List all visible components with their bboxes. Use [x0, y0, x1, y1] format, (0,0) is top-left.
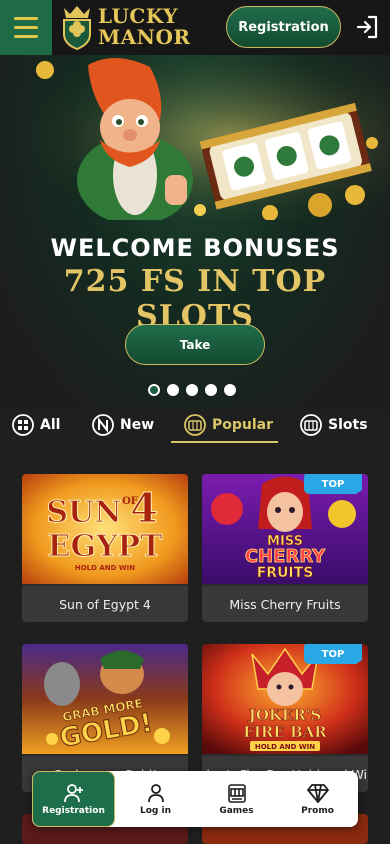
game-card-grab-more-gold[interactable]: GRAB MORE GOLD! Grab more Gold!	[22, 644, 188, 792]
carousel-dot-active[interactable]	[148, 384, 160, 396]
tab-label: Popular	[212, 417, 274, 433]
game-title: Sun of Egypt 4	[22, 586, 188, 622]
svg-text:JOKER'S: JOKER'S	[247, 706, 322, 724]
registration-button[interactable]: Registration	[226, 6, 341, 48]
tab-slots[interactable]: Slots	[300, 408, 368, 442]
nav-promo[interactable]: Promo	[277, 771, 358, 827]
banner-title: WELCOME BONUSES	[50, 234, 340, 262]
take-bonus-button[interactable]: Take	[125, 324, 265, 365]
login-icon[interactable]	[350, 10, 384, 44]
promo-banner[interactable]: WELCOME BONUSES 725 FS IN TOP SLOTS Take	[0, 55, 390, 410]
leprechaun-slot-illustration	[0, 55, 390, 220]
header: LUCKY MANOR Registration	[0, 0, 390, 55]
carousel-dot[interactable]	[167, 384, 179, 396]
svg-text:FIRE BAR: FIRE BAR	[243, 723, 327, 741]
svg-text:SUN: SUN	[46, 495, 121, 530]
slot-machine-icon	[184, 414, 206, 436]
grid-icon	[12, 414, 34, 436]
tab-all[interactable]: All	[12, 408, 60, 442]
logo-line1: LUCKY	[98, 4, 178, 28]
game-thumbnail: SUN OF 4 EGYPT HOLD AND WIN	[22, 474, 188, 584]
bottom-navigation: Registration Log in Games Promo	[32, 771, 358, 827]
carousel-dot[interactable]	[224, 384, 236, 396]
tab-new[interactable]: New	[92, 408, 154, 442]
diamond-icon	[306, 784, 329, 803]
svg-text:FRUITS: FRUITS	[257, 565, 314, 581]
tab-label: Slots	[328, 417, 368, 433]
game-card-miss-cherry-fruits[interactable]: MISS CHERRY FRUITS TOP Miss Cherry Fruit…	[202, 474, 368, 622]
nav-label: Games	[219, 806, 254, 816]
game-card-jokers-fire-bar[interactable]: JOKER'S FIRE BAR HOLD AND WIN TOP Joker'…	[202, 644, 368, 792]
category-tabs: All New Popular Slots	[0, 408, 390, 443]
carousel-dot[interactable]	[186, 384, 198, 396]
game-card-sun-of-egypt-4[interactable]: SUN OF 4 EGYPT HOLD AND WIN Sun of Egypt…	[22, 474, 188, 622]
nav-login[interactable]: Log in	[115, 771, 196, 827]
tab-label: All	[40, 417, 61, 433]
svg-text:4: 4	[130, 485, 158, 532]
tab-popular[interactable]: Popular	[184, 408, 273, 442]
clover-crest-icon	[63, 6, 91, 50]
carousel-dots	[148, 384, 236, 396]
active-tab-underline	[171, 441, 278, 443]
nav-games[interactable]: Games	[196, 771, 277, 827]
svg-text:HOLD AND WIN: HOLD AND WIN	[75, 564, 135, 572]
nav-label: Log in	[140, 806, 171, 816]
tab-label: New	[120, 417, 155, 433]
nav-label: Registration	[42, 806, 105, 816]
nav-registration[interactable]: Registration	[32, 771, 115, 827]
game-thumbnail: GRAB MORE GOLD!	[22, 644, 188, 754]
hamburger-menu-icon[interactable]	[0, 0, 52, 55]
game-title: Miss Cherry Fruits	[202, 586, 368, 622]
nav-label: Promo	[301, 806, 334, 816]
svg-text:CHERRY: CHERRY	[245, 546, 326, 567]
user-icon	[147, 784, 164, 803]
add-user-icon	[63, 784, 83, 803]
svg-text:TOP: TOP	[322, 649, 345, 660]
svg-text:HOLD AND WIN: HOLD AND WIN	[255, 743, 315, 751]
slot-machine-icon	[227, 784, 246, 803]
new-badge-icon	[92, 414, 114, 436]
slots-icon	[300, 414, 322, 436]
svg-text:EGYPT: EGYPT	[48, 529, 163, 564]
carousel-dot[interactable]	[205, 384, 217, 396]
logo-line2: MANOR	[98, 25, 191, 49]
svg-text:TOP: TOP	[322, 479, 345, 490]
logo[interactable]: LUCKY MANOR	[60, 2, 195, 52]
top-badge: TOP	[304, 644, 362, 664]
top-badge: TOP	[304, 474, 362, 494]
